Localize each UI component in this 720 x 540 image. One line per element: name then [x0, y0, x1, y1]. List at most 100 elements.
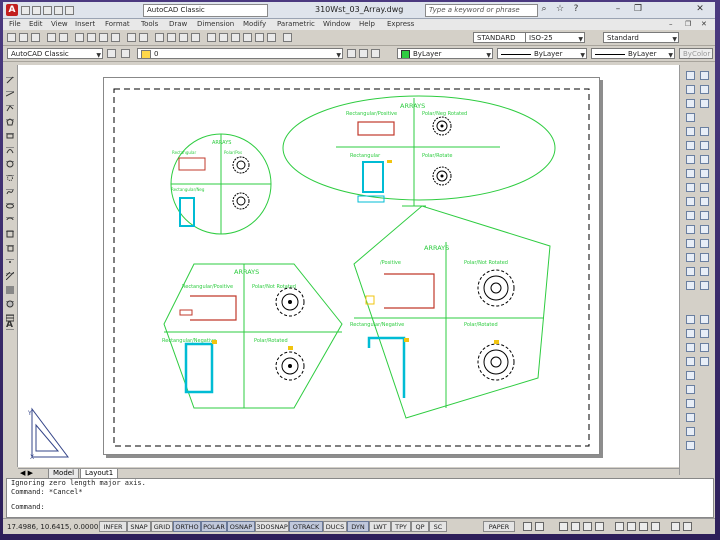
clean-screen-icon[interactable] [683, 522, 692, 531]
dyn-button[interactable]: DYN [347, 521, 369, 532]
snap-center-icon[interactable] [686, 357, 695, 366]
multiline-text-icon[interactable]: A [6, 321, 14, 330]
hardware-acceleration-icon[interactable] [639, 522, 648, 531]
dim-baseline-icon[interactable] [700, 239, 709, 248]
revision-cloud-icon[interactable] [6, 167, 14, 181]
undo-toolbar-icon[interactable] [127, 33, 136, 42]
snap-quadrant-icon[interactable] [686, 371, 695, 380]
pan-icon[interactable] [155, 33, 164, 42]
color-combo[interactable]: ByLayer ▼ [397, 48, 493, 59]
snap-node-icon[interactable] [686, 413, 695, 422]
dim-diameter-icon[interactable] [700, 197, 709, 206]
copy-icon[interactable] [87, 33, 96, 42]
menu-window[interactable]: Window [323, 20, 351, 28]
ducs-button[interactable]: DUCS [323, 521, 347, 532]
ellipse-icon[interactable] [6, 195, 14, 209]
status-menu-icon[interactable] [671, 522, 680, 531]
break-icon[interactable] [686, 225, 695, 234]
markup-icon[interactable] [255, 33, 264, 42]
layer-state-icon[interactable] [371, 49, 380, 58]
zoom-extents-icon[interactable] [700, 357, 709, 366]
make-block-icon[interactable] [6, 237, 14, 252]
menu-edit[interactable]: Edit [29, 20, 43, 28]
save-file-icon[interactable] [31, 33, 40, 42]
erase-icon[interactable] [686, 71, 695, 80]
match-properties-icon[interactable] [111, 33, 120, 42]
snap-midpoint-icon[interactable] [686, 329, 695, 338]
cut-icon[interactable] [75, 33, 84, 42]
command-prompt[interactable]: Command: [7, 503, 713, 512]
showmotion-icon[interactable] [595, 522, 604, 531]
menu-window-restore-icon[interactable]: ❐ [685, 20, 691, 28]
open-file-icon[interactable] [19, 33, 28, 42]
menu-view[interactable]: View [51, 20, 68, 28]
fillet-icon[interactable] [686, 267, 695, 276]
table-icon[interactable] [5, 307, 15, 322]
qnew-icon[interactable] [7, 33, 16, 42]
dim-angular-icon[interactable] [700, 211, 709, 220]
dim-continue-icon[interactable] [700, 253, 709, 262]
make-current-layer-icon[interactable] [347, 49, 356, 58]
tool-palettes-icon[interactable] [231, 33, 240, 42]
dim-aligned-icon[interactable] [700, 141, 709, 150]
join-icon[interactable] [686, 239, 695, 248]
grid-button[interactable]: GRID [151, 521, 173, 532]
menu-dimension[interactable]: Dimension [197, 20, 234, 28]
zoom-in-icon[interactable] [700, 315, 709, 324]
array-icon[interactable] [686, 127, 695, 136]
dim-arc-icon[interactable] [700, 155, 709, 164]
spline-icon[interactable] [6, 181, 14, 195]
rotate-icon[interactable] [686, 155, 695, 164]
snap-tangent-icon[interactable] [686, 385, 695, 394]
dim-linear-icon[interactable] [700, 127, 709, 136]
autocad-logo-icon[interactable]: A [6, 4, 18, 16]
workspace-combo[interactable]: AutoCAD Classic ▼ [7, 48, 103, 59]
workspace-switching-icon[interactable] [615, 522, 624, 531]
design-center-icon[interactable] [219, 33, 228, 42]
snap-endpoint-icon[interactable] [686, 315, 695, 324]
center-mark-icon[interactable] [700, 281, 709, 290]
line-tool-icon[interactable] [6, 69, 14, 84]
lwt-button[interactable]: LWT [369, 521, 391, 532]
polygon-icon[interactable] [6, 111, 14, 126]
layer-combo[interactable]: 0 ▼ [137, 48, 343, 59]
layer-previous-icon[interactable] [359, 49, 368, 58]
otrack-button[interactable]: OTRACK [289, 521, 323, 532]
arc-icon[interactable] [6, 139, 14, 154]
menu-insert[interactable]: Insert [75, 20, 95, 28]
paste-icon[interactable] [99, 33, 108, 42]
sheet-set-icon[interactable] [243, 33, 252, 42]
zoom-realtime-icon[interactable] [167, 33, 176, 42]
menu-help[interactable]: Help [359, 20, 375, 28]
construction-line-icon[interactable] [5, 83, 15, 97]
plot-preview-icon[interactable] [59, 33, 68, 42]
rectangle-icon[interactable] [6, 125, 14, 139]
workspace-dropdown[interactable]: AutoCAD Classic [143, 4, 268, 17]
quick-dim-icon[interactable] [700, 225, 709, 234]
explode-icon[interactable] [686, 281, 695, 290]
snap-nearest-icon[interactable] [686, 427, 695, 436]
layer-properties-icon[interactable] [121, 49, 130, 58]
3dosnap-button[interactable]: 3DOSNAP [255, 521, 289, 532]
menu-modify[interactable]: Modify [243, 20, 266, 28]
point-icon[interactable] [6, 251, 14, 263]
polar-button[interactable]: POLAR [201, 521, 227, 532]
menu-tools[interactable]: Tools [141, 20, 158, 28]
help-icon[interactable]: ? [569, 4, 583, 15]
plotstyle-combo[interactable]: ByColor [679, 48, 713, 59]
zoom-previous-icon[interactable] [191, 33, 200, 42]
communication-center-icon[interactable]: ☆ [553, 4, 567, 15]
zoom-status-icon[interactable] [571, 522, 580, 531]
osnap-button[interactable]: OSNAP [227, 521, 255, 532]
dim-ordinate-icon[interactable] [700, 169, 709, 178]
ellipse-arc-icon[interactable] [6, 209, 14, 221]
sc-button[interactable]: SC [429, 521, 447, 532]
stretch-icon[interactable] [686, 183, 695, 192]
quick-view-layouts-icon[interactable] [523, 522, 532, 531]
dim-style-combo[interactable]: ISO-25 ▼ [525, 32, 585, 43]
table-style-combo[interactable]: Standard ▼ [603, 32, 679, 43]
isolate-objects-icon[interactable] [651, 522, 660, 531]
new-icon[interactable] [21, 5, 30, 15]
lineweight-combo[interactable]: ByLayer ▼ [591, 48, 675, 59]
quick-view-drawings-icon[interactable] [535, 522, 544, 531]
